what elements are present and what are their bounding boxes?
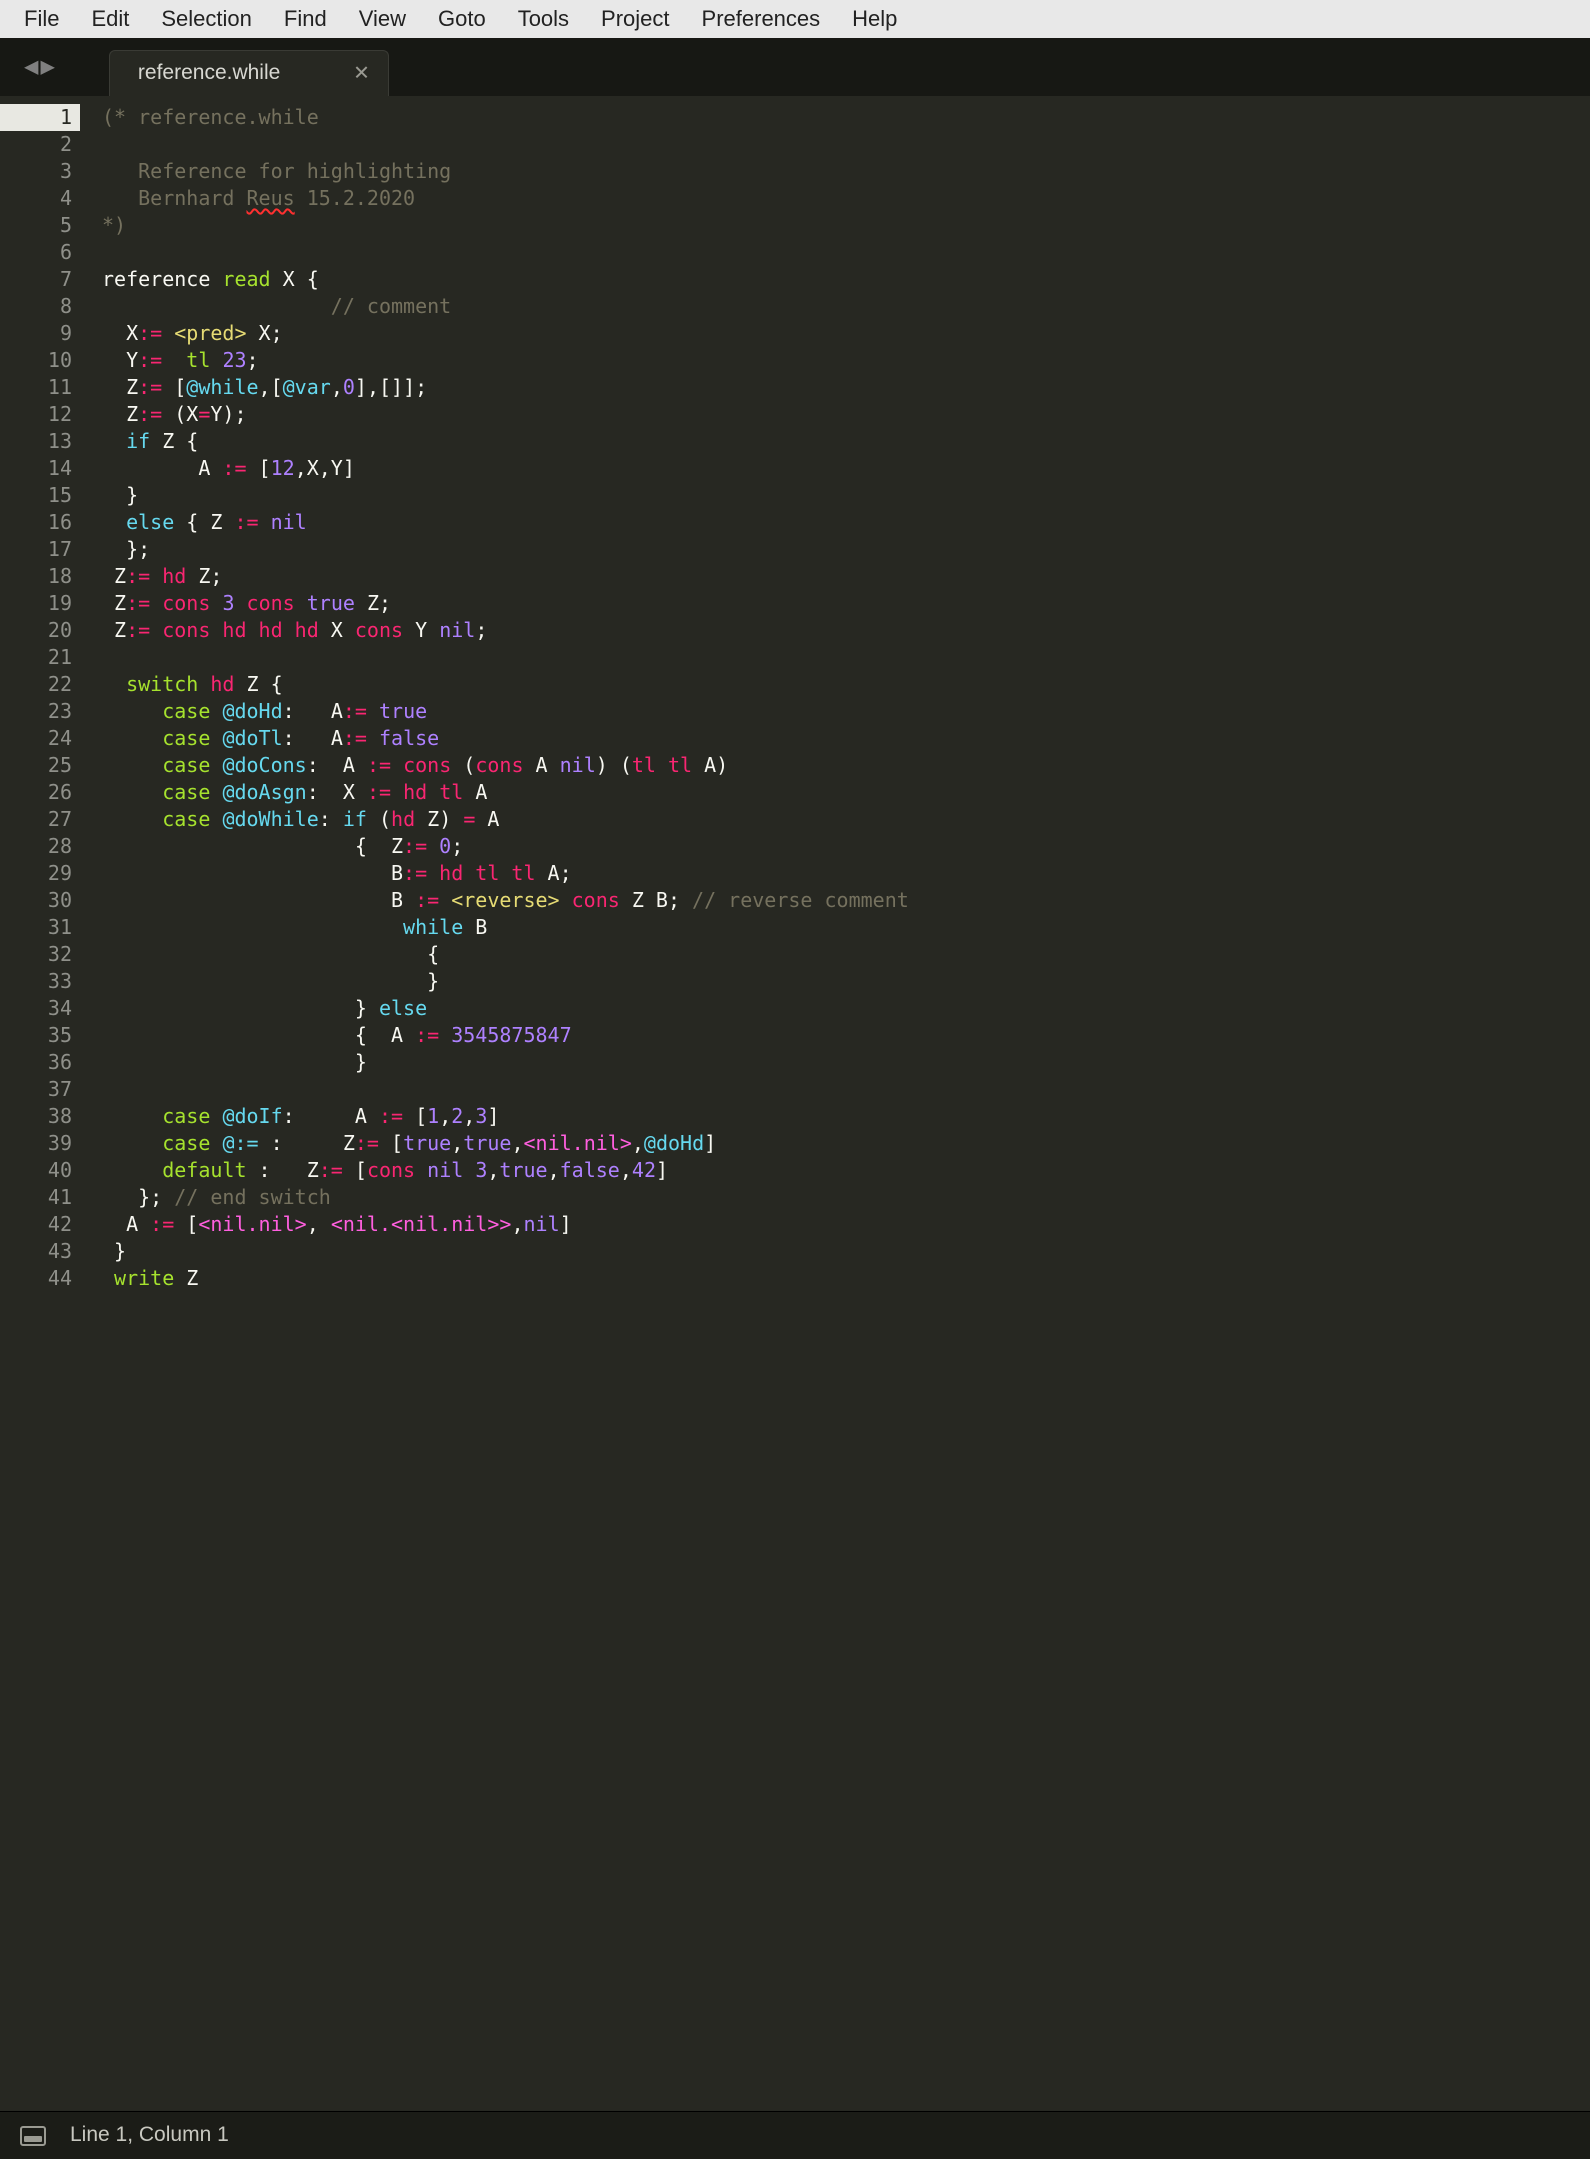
line-number[interactable]: 22 bbox=[0, 671, 80, 698]
line-number[interactable]: 21 bbox=[0, 644, 80, 671]
line-number[interactable]: 19 bbox=[0, 590, 80, 617]
editor: 1234567891011121314151617181920212223242… bbox=[0, 96, 1590, 2111]
line-number[interactable]: 24 bbox=[0, 725, 80, 752]
history-nav: ◀ ▶ bbox=[4, 50, 69, 96]
line-number[interactable]: 12 bbox=[0, 401, 80, 428]
line-number[interactable]: 32 bbox=[0, 941, 80, 968]
line-number[interactable]: 38 bbox=[0, 1103, 80, 1130]
menu-view[interactable]: View bbox=[343, 0, 422, 38]
menubar: File Edit Selection Find View Goto Tools… bbox=[0, 0, 1590, 38]
line-number[interactable]: 4 bbox=[0, 185, 80, 212]
line-number[interactable]: 14 bbox=[0, 455, 80, 482]
line-number[interactable]: 25 bbox=[0, 752, 80, 779]
line-number-gutter[interactable]: 1234567891011121314151617181920212223242… bbox=[0, 96, 90, 2111]
line-number[interactable]: 39 bbox=[0, 1130, 80, 1157]
line-number[interactable]: 26 bbox=[0, 779, 80, 806]
menu-edit[interactable]: Edit bbox=[75, 0, 145, 38]
line-number[interactable]: 30 bbox=[0, 887, 80, 914]
line-number[interactable]: 7 bbox=[0, 266, 80, 293]
line-number[interactable]: 34 bbox=[0, 995, 80, 1022]
menu-tools[interactable]: Tools bbox=[502, 0, 585, 38]
line-number[interactable]: 36 bbox=[0, 1049, 80, 1076]
line-number[interactable]: 44 bbox=[0, 1265, 80, 1292]
panel-toggle-icon[interactable] bbox=[20, 2126, 46, 2146]
code-text[interactable]: (* reference.while Reference for highlig… bbox=[102, 104, 1590, 1292]
tab-close-icon[interactable]: ✕ bbox=[353, 60, 370, 87]
menu-help[interactable]: Help bbox=[836, 0, 913, 38]
menu-goto[interactable]: Goto bbox=[422, 0, 502, 38]
line-number[interactable]: 11 bbox=[0, 374, 80, 401]
menu-selection[interactable]: Selection bbox=[145, 0, 268, 38]
line-number[interactable]: 35 bbox=[0, 1022, 80, 1049]
menu-project[interactable]: Project bbox=[585, 0, 685, 38]
menu-preferences[interactable]: Preferences bbox=[686, 0, 837, 38]
status-cursor-position[interactable]: Line 1, Column 1 bbox=[70, 2121, 229, 2149]
line-number[interactable]: 16 bbox=[0, 509, 80, 536]
line-number[interactable]: 8 bbox=[0, 293, 80, 320]
line-number[interactable]: 1 bbox=[0, 104, 80, 131]
line-number[interactable]: 37 bbox=[0, 1076, 80, 1103]
line-number[interactable]: 20 bbox=[0, 617, 80, 644]
tab-title: reference.while bbox=[138, 59, 280, 87]
line-number[interactable]: 31 bbox=[0, 914, 80, 941]
menu-file[interactable]: File bbox=[8, 0, 75, 38]
line-number[interactable]: 23 bbox=[0, 698, 80, 725]
code-area[interactable]: (* reference.while Reference for highlig… bbox=[90, 96, 1590, 2111]
tab-strip: ◀ ▶ reference.while ✕ bbox=[0, 38, 1590, 96]
line-number[interactable]: 27 bbox=[0, 806, 80, 833]
line-number[interactable]: 3 bbox=[0, 158, 80, 185]
nav-forward-icon[interactable]: ▶ bbox=[40, 50, 54, 82]
line-number[interactable]: 9 bbox=[0, 320, 80, 347]
statusbar: Line 1, Column 1 bbox=[0, 2111, 1590, 2159]
line-number[interactable]: 17 bbox=[0, 536, 80, 563]
line-number[interactable]: 13 bbox=[0, 428, 80, 455]
line-number[interactable]: 41 bbox=[0, 1184, 80, 1211]
line-number[interactable]: 15 bbox=[0, 482, 80, 509]
line-number[interactable]: 6 bbox=[0, 239, 80, 266]
line-number[interactable]: 29 bbox=[0, 860, 80, 887]
line-number[interactable]: 42 bbox=[0, 1211, 80, 1238]
line-number[interactable]: 2 bbox=[0, 131, 80, 158]
line-number[interactable]: 10 bbox=[0, 347, 80, 374]
nav-back-icon[interactable]: ◀ bbox=[24, 50, 38, 82]
tab-active[interactable]: reference.while ✕ bbox=[109, 50, 389, 96]
line-number[interactable]: 5 bbox=[0, 212, 80, 239]
line-number[interactable]: 33 bbox=[0, 968, 80, 995]
line-number[interactable]: 40 bbox=[0, 1157, 80, 1184]
line-number[interactable]: 28 bbox=[0, 833, 80, 860]
line-number[interactable]: 43 bbox=[0, 1238, 80, 1265]
menu-find[interactable]: Find bbox=[268, 0, 343, 38]
line-number[interactable]: 18 bbox=[0, 563, 80, 590]
